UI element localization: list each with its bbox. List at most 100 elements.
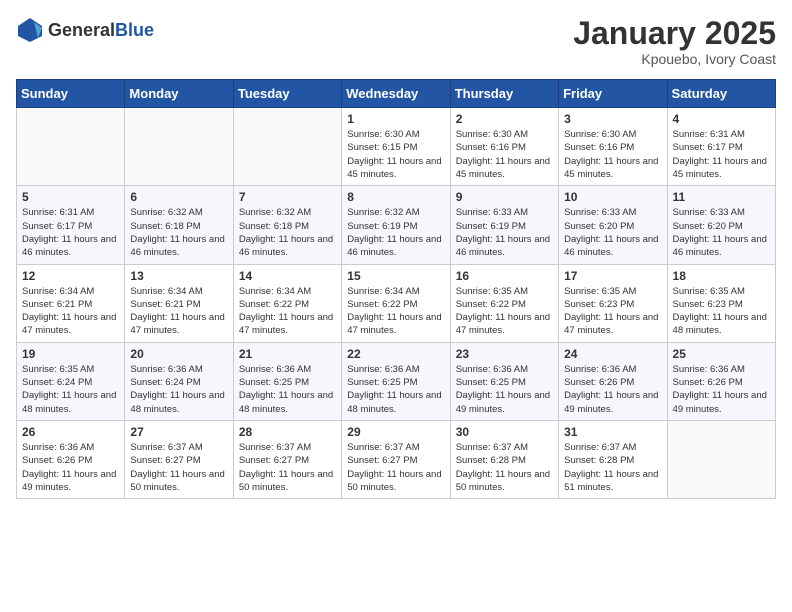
calendar-week-row: 26 Sunrise: 6:36 AM Sunset: 6:26 PM Dayli… xyxy=(17,420,776,498)
calendar-week-row: 1Sunrise: 6:30 AM Sunset: 6:15 PM Daylig… xyxy=(17,108,776,186)
calendar-cell: 25Sunrise: 6:36 AM Sunset: 6:26 PM Dayli… xyxy=(667,342,775,420)
day-number: 12 xyxy=(22,269,119,283)
day-info: Sunrise: 6:37 AM Sunset: 6:28 PM Dayligh… xyxy=(456,441,553,494)
day-number: 29 xyxy=(347,425,444,439)
logo-icon xyxy=(16,16,44,44)
weekday-header: Monday xyxy=(125,80,233,108)
day-info: Sunrise: 6:31 AM Sunset: 6:17 PM Dayligh… xyxy=(673,128,770,181)
day-info: Sunrise: 6:34 AM Sunset: 6:21 PM Dayligh… xyxy=(130,285,227,338)
day-info: Sunrise: 6:33 AM Sunset: 6:20 PM Dayligh… xyxy=(564,206,661,259)
weekday-header: Sunday xyxy=(17,80,125,108)
calendar-table: SundayMondayTuesdayWednesdayThursdayFrid… xyxy=(16,79,776,499)
weekday-header: Tuesday xyxy=(233,80,341,108)
calendar-header-row: SundayMondayTuesdayWednesdayThursdayFrid… xyxy=(17,80,776,108)
calendar-cell: 2 Sunrise: 6:30 AM Sunset: 6:16 PM Daylig… xyxy=(450,108,558,186)
day-info: Sunrise: 6:36 AM Sunset: 6:26 PM Dayligh… xyxy=(22,441,119,494)
day-info: Sunrise: 6:32 AM Sunset: 6:19 PM Dayligh… xyxy=(347,206,444,259)
day-number: 22 xyxy=(347,347,444,361)
day-info: Sunrise: 6:31 AM Sunset: 6:17 PM Dayligh… xyxy=(22,206,119,259)
day-number: 31 xyxy=(564,425,661,439)
day-info: Sunrise: 6:37 AM Sunset: 6:28 PM Dayligh… xyxy=(564,441,661,494)
day-number: 19 xyxy=(22,347,119,361)
day-number: 1 xyxy=(347,112,444,126)
calendar-cell: 13Sunrise: 6:34 AM Sunset: 6:21 PM Dayli… xyxy=(125,264,233,342)
day-info: Sunrise: 6:36 AM Sunset: 6:24 PM Dayligh… xyxy=(130,363,227,416)
day-number: 20 xyxy=(130,347,227,361)
logo: GeneralBlue xyxy=(16,16,154,44)
logo-general: General xyxy=(48,20,115,40)
day-info: Sunrise: 6:35 AM Sunset: 6:23 PM Dayligh… xyxy=(564,285,661,338)
calendar-cell: 19 Sunrise: 6:35 AM Sunset: 6:24 PM Dayli… xyxy=(17,342,125,420)
calendar-cell: 11Sunrise: 6:33 AM Sunset: 6:20 PM Dayli… xyxy=(667,186,775,264)
day-number: 11 xyxy=(673,190,770,204)
calendar-cell: 1Sunrise: 6:30 AM Sunset: 6:15 PM Daylig… xyxy=(342,108,450,186)
calendar-cell: 5Sunrise: 6:31 AM Sunset: 6:17 PM Daylig… xyxy=(17,186,125,264)
day-number: 2 xyxy=(456,112,553,126)
weekday-header: Wednesday xyxy=(342,80,450,108)
calendar-cell xyxy=(125,108,233,186)
weekday-header: Friday xyxy=(559,80,667,108)
location-title: Kpouebo, Ivory Coast xyxy=(573,51,776,67)
calendar-cell xyxy=(17,108,125,186)
day-info: Sunrise: 6:36 AM Sunset: 6:25 PM Dayligh… xyxy=(456,363,553,416)
logo-blue: Blue xyxy=(115,20,154,40)
page-header: GeneralBlue January 2025 Kpouebo, Ivory … xyxy=(16,16,776,67)
day-number: 14 xyxy=(239,269,336,283)
day-number: 7 xyxy=(239,190,336,204)
weekday-header: Thursday xyxy=(450,80,558,108)
day-info: Sunrise: 6:37 AM Sunset: 6:27 PM Dayligh… xyxy=(239,441,336,494)
calendar-cell: 16Sunrise: 6:35 AM Sunset: 6:22 PM Dayli… xyxy=(450,264,558,342)
day-number: 24 xyxy=(564,347,661,361)
calendar-cell xyxy=(667,420,775,498)
day-number: 17 xyxy=(564,269,661,283)
day-number: 23 xyxy=(456,347,553,361)
calendar-cell: 27 Sunrise: 6:37 AM Sunset: 6:27 PM Dayli… xyxy=(125,420,233,498)
day-number: 6 xyxy=(130,190,227,204)
day-number: 18 xyxy=(673,269,770,283)
calendar-cell: 21Sunrise: 6:36 AM Sunset: 6:25 PM Dayli… xyxy=(233,342,341,420)
calendar-week-row: 5Sunrise: 6:31 AM Sunset: 6:17 PM Daylig… xyxy=(17,186,776,264)
day-number: 9 xyxy=(456,190,553,204)
day-info: Sunrise: 6:34 AM Sunset: 6:22 PM Dayligh… xyxy=(347,285,444,338)
calendar-cell: 6Sunrise: 6:32 AM Sunset: 6:18 PM Daylig… xyxy=(125,186,233,264)
calendar-week-row: 12 Sunrise: 6:34 AM Sunset: 6:21 PM Dayli… xyxy=(17,264,776,342)
day-info: Sunrise: 6:35 AM Sunset: 6:23 PM Dayligh… xyxy=(673,285,770,338)
day-info: Sunrise: 6:36 AM Sunset: 6:26 PM Dayligh… xyxy=(564,363,661,416)
day-info: Sunrise: 6:33 AM Sunset: 6:19 PM Dayligh… xyxy=(456,206,553,259)
day-number: 3 xyxy=(564,112,661,126)
calendar-cell: 22 Sunrise: 6:36 AM Sunset: 6:25 PM Dayli… xyxy=(342,342,450,420)
day-info: Sunrise: 6:36 AM Sunset: 6:26 PM Dayligh… xyxy=(673,363,770,416)
calendar-cell: 29 Sunrise: 6:37 AM Sunset: 6:27 PM Dayli… xyxy=(342,420,450,498)
day-number: 28 xyxy=(239,425,336,439)
calendar-cell: 17 Sunrise: 6:35 AM Sunset: 6:23 PM Dayli… xyxy=(559,264,667,342)
month-title: January 2025 xyxy=(573,16,776,51)
day-info: Sunrise: 6:34 AM Sunset: 6:21 PM Dayligh… xyxy=(22,285,119,338)
day-info: Sunrise: 6:37 AM Sunset: 6:27 PM Dayligh… xyxy=(130,441,227,494)
day-info: Sunrise: 6:37 AM Sunset: 6:27 PM Dayligh… xyxy=(347,441,444,494)
day-info: Sunrise: 6:36 AM Sunset: 6:25 PM Dayligh… xyxy=(347,363,444,416)
calendar-cell: 24 Sunrise: 6:36 AM Sunset: 6:26 PM Dayli… xyxy=(559,342,667,420)
calendar-cell: 9 Sunrise: 6:33 AM Sunset: 6:19 PM Daylig… xyxy=(450,186,558,264)
day-info: Sunrise: 6:36 AM Sunset: 6:25 PM Dayligh… xyxy=(239,363,336,416)
day-number: 30 xyxy=(456,425,553,439)
calendar-cell xyxy=(233,108,341,186)
weekday-header: Saturday xyxy=(667,80,775,108)
day-info: Sunrise: 6:30 AM Sunset: 6:16 PM Dayligh… xyxy=(564,128,661,181)
calendar-cell: 31 Sunrise: 6:37 AM Sunset: 6:28 PM Dayli… xyxy=(559,420,667,498)
calendar-cell: 26 Sunrise: 6:36 AM Sunset: 6:26 PM Dayli… xyxy=(17,420,125,498)
day-info: Sunrise: 6:35 AM Sunset: 6:22 PM Dayligh… xyxy=(456,285,553,338)
calendar-cell: 14 Sunrise: 6:34 AM Sunset: 6:22 PM Dayli… xyxy=(233,264,341,342)
title-block: January 2025 Kpouebo, Ivory Coast xyxy=(573,16,776,67)
calendar-cell: 7 Sunrise: 6:32 AM Sunset: 6:18 PM Daylig… xyxy=(233,186,341,264)
day-number: 27 xyxy=(130,425,227,439)
day-info: Sunrise: 6:35 AM Sunset: 6:24 PM Dayligh… xyxy=(22,363,119,416)
calendar-cell: 10 Sunrise: 6:33 AM Sunset: 6:20 PM Dayli… xyxy=(559,186,667,264)
day-number: 10 xyxy=(564,190,661,204)
calendar-cell: 18 Sunrise: 6:35 AM Sunset: 6:23 PM Dayli… xyxy=(667,264,775,342)
day-info: Sunrise: 6:34 AM Sunset: 6:22 PM Dayligh… xyxy=(239,285,336,338)
day-number: 26 xyxy=(22,425,119,439)
calendar-cell: 4Sunrise: 6:31 AM Sunset: 6:17 PM Daylig… xyxy=(667,108,775,186)
day-info: Sunrise: 6:30 AM Sunset: 6:16 PM Dayligh… xyxy=(456,128,553,181)
day-info: Sunrise: 6:32 AM Sunset: 6:18 PM Dayligh… xyxy=(239,206,336,259)
calendar-cell: 23 Sunrise: 6:36 AM Sunset: 6:25 PM Dayli… xyxy=(450,342,558,420)
